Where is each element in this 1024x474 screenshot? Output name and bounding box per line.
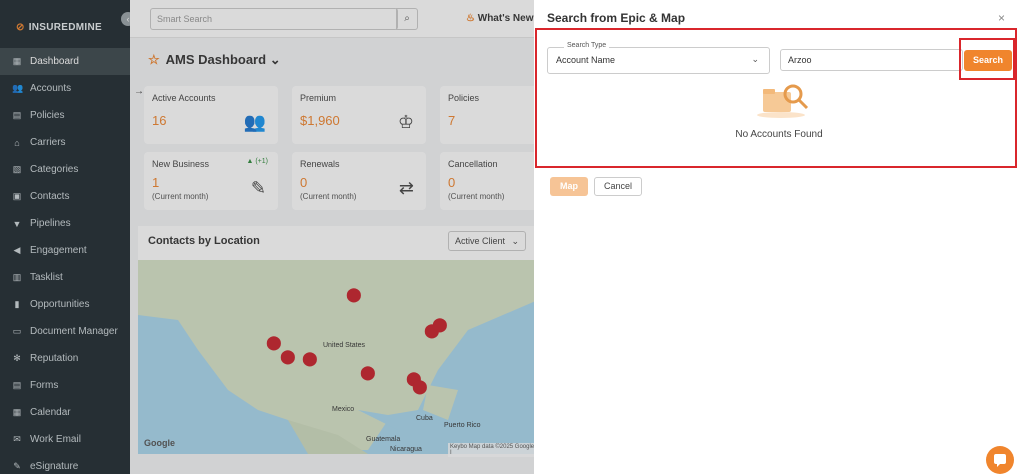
highlight-search-area: [535, 28, 1017, 168]
close-icon[interactable]: ×: [998, 11, 1005, 25]
chat-icon: [994, 454, 1006, 467]
panel-title: Search from Epic & Map: [547, 11, 686, 25]
modal-backdrop[interactable]: [0, 0, 534, 474]
epic-search-panel: Search from Epic & Map × Search Type Acc…: [534, 0, 1024, 474]
cancel-button[interactable]: Cancel: [594, 177, 642, 196]
highlight-search-button: [959, 38, 1015, 80]
chat-widget-icon[interactable]: [986, 446, 1014, 474]
map-button[interactable]: Map: [550, 177, 588, 196]
